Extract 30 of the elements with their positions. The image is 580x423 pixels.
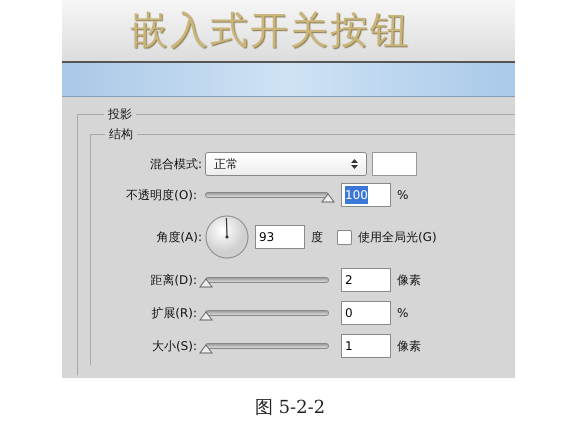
blend-mode-dropdown[interactable]: 正常 bbox=[205, 152, 367, 176]
angle-label: 角度(A): bbox=[155, 229, 203, 246]
unit-label: % bbox=[397, 187, 408, 204]
slider-thumb[interactable] bbox=[199, 344, 213, 354]
updown-caret-icon bbox=[351, 159, 358, 169]
value-field[interactable]: 0 bbox=[341, 300, 391, 324]
unit-label: 度 bbox=[311, 229, 323, 246]
blend-mode-label: 混合模式: bbox=[148, 156, 203, 173]
slider-thumb[interactable] bbox=[321, 193, 335, 203]
value-field[interactable]: 2 bbox=[341, 268, 391, 292]
global-light-label: 使用全局光(G) bbox=[358, 229, 437, 246]
global-light-checkbox[interactable] bbox=[337, 230, 352, 244]
slider-label: 扩展(R): bbox=[150, 304, 198, 322]
slider-thumb[interactable] bbox=[199, 278, 213, 288]
unit-label: 像素 bbox=[397, 272, 421, 288]
slider-label: 大小(S): bbox=[150, 338, 198, 354]
figure-caption: 图 5-2-2 bbox=[254, 396, 326, 420]
unit-label: 像素 bbox=[397, 338, 421, 354]
opacity-label: 不透明度(O): bbox=[125, 187, 198, 204]
value-field[interactable]: 100 bbox=[341, 183, 391, 207]
group-title: 结构 bbox=[109, 127, 133, 141]
banner-title: 嵌入式开关按钮 bbox=[130, 7, 410, 54]
unit-label: % bbox=[397, 304, 408, 322]
slider-label: 距离(D): bbox=[149, 272, 198, 288]
angle-dial[interactable] bbox=[205, 215, 249, 259]
slider-thumb[interactable] bbox=[199, 310, 213, 320]
value-field[interactable]: 93 bbox=[255, 225, 305, 249]
color-swatch[interactable] bbox=[372, 152, 417, 176]
value-field[interactable]: 1 bbox=[341, 334, 391, 358]
section-title: 投影 bbox=[108, 107, 132, 121]
